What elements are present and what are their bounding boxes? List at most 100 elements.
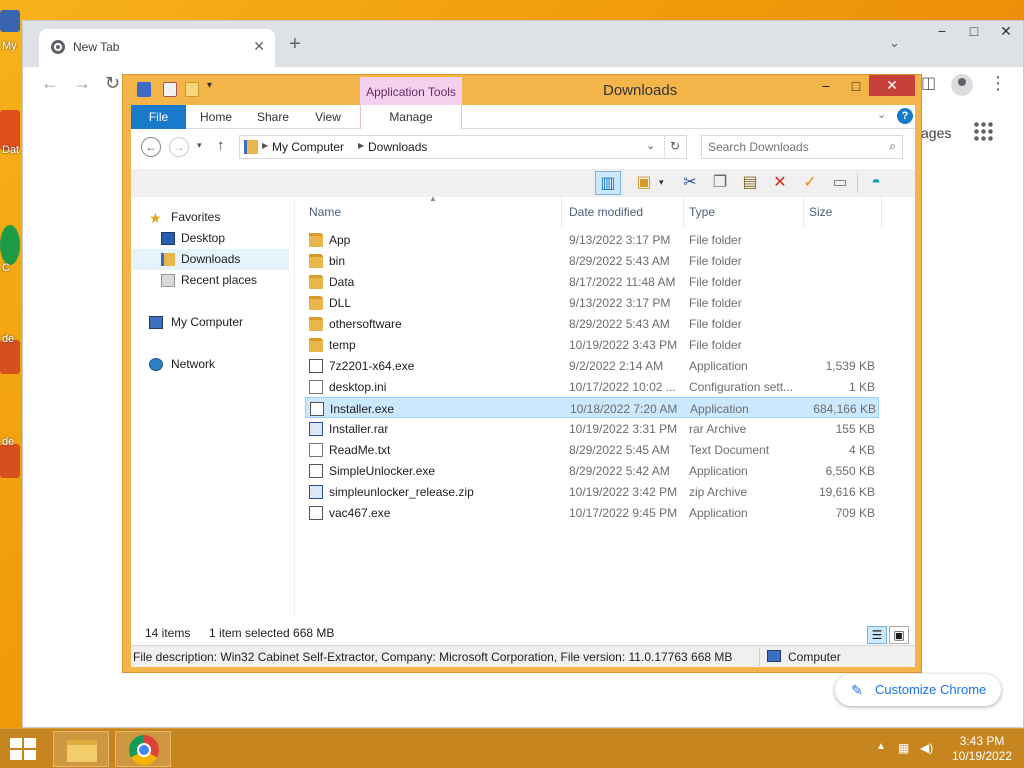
customize-chrome-button[interactable]: ✎ Customize Chrome: [835, 674, 1001, 706]
volume-icon[interactable]: ◀): [920, 741, 933, 755]
shell-extension-icon[interactable]: ◓: [863, 171, 889, 195]
tray-overflow-icon[interactable]: ▲: [876, 741, 886, 752]
column-header-size[interactable]: Size: [809, 205, 832, 219]
rename-check-icon[interactable]: ✓: [797, 171, 823, 195]
nav-network[interactable]: Network: [131, 354, 289, 375]
tab-share[interactable]: Share: [249, 105, 297, 129]
chrome-menu-icon[interactable]: ⋮: [989, 73, 1007, 94]
system-clock[interactable]: 3:43 PM 10/19/2022: [946, 734, 1018, 764]
new-folder-icon[interactable]: [185, 82, 199, 97]
side-panel-icon[interactable]: ◫: [921, 73, 936, 93]
nav-favorites[interactable]: ★ Favorites: [131, 207, 289, 228]
nav-desktop[interactable]: Desktop: [131, 228, 289, 249]
table-row[interactable]: temp 10/19/2022 3:43 PM File folder: [305, 334, 879, 355]
explorer-titlebar[interactable]: ▾ Application Tools Downloads − □ ✕: [123, 75, 921, 105]
zip-archive-icon: [309, 485, 323, 499]
tab-manage[interactable]: Manage: [360, 105, 462, 129]
minimize-icon[interactable]: −: [813, 77, 839, 97]
minimize-icon[interactable]: −: [927, 23, 957, 39]
desktop-icon-file[interactable]: [0, 444, 20, 478]
table-row[interactable]: desktop.ini 10/17/2022 10:02 ... Configura…: [305, 376, 879, 397]
ntp-images-link[interactable]: ages: [921, 125, 951, 141]
address-bar[interactable]: ▶ My Computer ▶ Downloads ⌄ ↻: [239, 135, 687, 159]
preview-pane-icon[interactable]: ▥: [595, 171, 621, 195]
reload-icon[interactable]: ↻: [105, 73, 120, 94]
taskbar-file-explorer[interactable]: [53, 731, 109, 767]
close-button[interactable]: ✕: [869, 75, 915, 96]
refresh-icon[interactable]: ↻: [670, 139, 680, 153]
recent-locations-chevron-icon[interactable]: ▾: [197, 140, 202, 151]
new-tab-button[interactable]: +: [289, 33, 301, 56]
table-row[interactable]: SimpleUnlocker.exe 8/29/2022 5:42 AM Appli…: [305, 460, 879, 481]
maximize-icon[interactable]: □: [959, 23, 989, 39]
delete-icon[interactable]: ✕: [767, 171, 793, 195]
select-dropdown-chevron-icon[interactable]: ▾: [659, 177, 664, 188]
expand-ribbon-chevron-icon[interactable]: ⌄: [877, 108, 886, 121]
taskbar-chrome[interactable]: [115, 731, 171, 767]
table-row[interactable]: ReadMe.txt 8/29/2022 5:45 AM Text Document…: [305, 439, 879, 460]
item-count: 14 items: [145, 626, 191, 640]
forward-icon[interactable]: →: [73, 73, 91, 94]
desktop-icon-file[interactable]: [0, 340, 20, 374]
paste-icon[interactable]: ▤: [737, 171, 763, 195]
chrome-tab[interactable]: New Tab ✕: [39, 29, 275, 67]
file-type: rar Archive: [689, 422, 747, 436]
large-icons-view-icon[interactable]: ▣: [889, 626, 909, 644]
start-button[interactable]: [10, 738, 38, 760]
search-icon[interactable]: ⌕: [889, 139, 896, 154]
file-date: 10/19/2022 3:31 PM: [569, 422, 678, 436]
desktop-icon-my-computer[interactable]: [0, 10, 20, 32]
table-row[interactable]: Installer.exe 10/18/2022 7:20 AM Applicati…: [305, 397, 879, 418]
up-icon[interactable]: ↑: [217, 137, 225, 154]
table-row[interactable]: Data 8/17/2022 11:48 AM File folder: [305, 271, 879, 292]
nav-recent-places[interactable]: Recent places: [131, 270, 289, 291]
desktop-label: de: [2, 436, 15, 448]
application-tools-tab[interactable]: Application Tools: [360, 77, 462, 105]
table-row[interactable]: App 9/13/2022 3:17 PM File folder: [305, 229, 879, 250]
nav-downloads[interactable]: Downloads: [131, 249, 289, 270]
network-tray-icon[interactable]: ▦: [898, 741, 909, 755]
forward-icon[interactable]: →: [169, 137, 189, 157]
back-icon[interactable]: ←: [41, 73, 59, 94]
table-row[interactable]: DLL 9/13/2022 3:17 PM File folder: [305, 292, 879, 313]
folder-icon: [309, 275, 323, 289]
help-icon[interactable]: ?: [897, 108, 913, 124]
properties-icon[interactable]: [163, 82, 177, 97]
back-icon[interactable]: ←: [141, 137, 161, 157]
apps-grid-icon[interactable]: [973, 121, 993, 141]
file-size: 684,166 KB: [813, 402, 876, 416]
properties-window-icon[interactable]: ▭: [827, 171, 853, 195]
table-row[interactable]: simpleunlocker_release.zip 10/19/2022 3:4…: [305, 481, 879, 502]
breadcrumb-my-computer[interactable]: My Computer: [272, 140, 344, 154]
copy-icon[interactable]: ❐: [707, 171, 733, 195]
table-row[interactable]: othersoftware 8/29/2022 5:43 AM File folde…: [305, 313, 879, 334]
chrome-tab-strip: New Tab ✕ + ⌄ − □ ✕: [23, 21, 1023, 67]
cut-icon[interactable]: ✂: [677, 171, 703, 195]
computer-icon: [767, 650, 781, 662]
search-input[interactable]: [708, 137, 880, 157]
select-folder-icon[interactable]: ▣: [631, 171, 657, 195]
column-header-date[interactable]: Date modified: [569, 205, 643, 219]
tab-file[interactable]: File: [131, 105, 186, 129]
tab-home[interactable]: Home: [193, 105, 239, 129]
details-view-icon[interactable]: ☰: [867, 626, 887, 644]
maximize-icon[interactable]: □: [843, 77, 869, 97]
profile-avatar[interactable]: [951, 74, 973, 96]
column-header-type[interactable]: Type: [689, 205, 715, 219]
nav-my-computer[interactable]: My Computer: [131, 312, 289, 333]
breadcrumb-downloads[interactable]: Downloads: [368, 140, 427, 154]
column-header-name[interactable]: Name: [309, 205, 341, 219]
table-row[interactable]: Installer.rar 10/19/2022 3:31 PM rar Archi…: [305, 418, 879, 439]
table-row[interactable]: vac467.exe 10/17/2022 9:45 PM Application 7…: [305, 502, 879, 523]
table-row[interactable]: 7z2201-x64.exe 9/2/2022 2:14 AM Applicatio…: [305, 355, 879, 376]
table-row[interactable]: bin 8/29/2022 5:43 AM File folder: [305, 250, 879, 271]
tab-close-icon[interactable]: ✕: [253, 38, 265, 55]
desktop-icon-chrome[interactable]: [0, 225, 20, 265]
close-icon[interactable]: ✕: [991, 23, 1021, 40]
address-dropdown-chevron-icon[interactable]: ⌄: [646, 139, 655, 152]
quick-access-chevron-icon[interactable]: ▾: [207, 80, 212, 91]
address-row: ← → ▾ ↑ ▶ My Computer ▶ Downloads ⌄ ↻ ⌕: [131, 129, 915, 169]
explorer-app-icon[interactable]: [137, 82, 151, 97]
tab-search-chevron-icon[interactable]: ⌄: [889, 35, 900, 51]
tab-view[interactable]: View: [307, 105, 349, 129]
